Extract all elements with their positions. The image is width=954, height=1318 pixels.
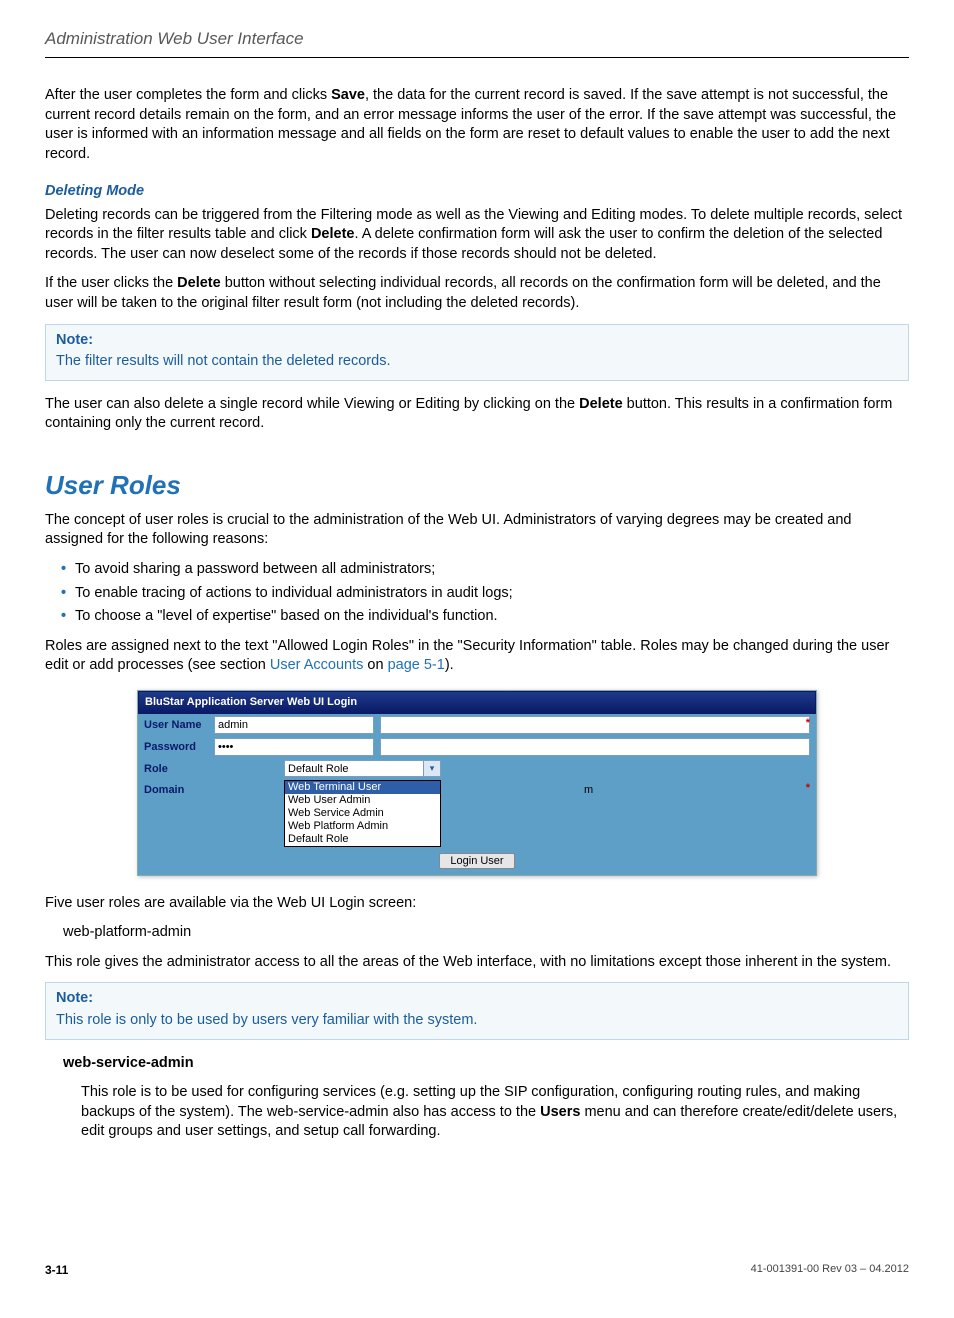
chevron-down-icon[interactable]: ▾ xyxy=(424,760,441,777)
deleting-p2-bold: Delete xyxy=(177,275,221,291)
page-header: Administration Web User Interface xyxy=(45,28,909,58)
required-star-domain: * xyxy=(806,781,810,796)
login-label-role: Role xyxy=(144,760,284,777)
link-page-5-1[interactable]: page 5-1 xyxy=(388,657,445,673)
note-box-2: Note: This role is only to be used by us… xyxy=(45,982,909,1039)
roles-assign-mid: on xyxy=(363,657,387,673)
user-roles-heading: User Roles xyxy=(45,468,909,503)
deleting-p2: If the user clicks the Delete button wit… xyxy=(45,274,909,313)
login-figure: BluStar Application Server Web UI Login … xyxy=(137,690,817,876)
deleting-heading: Deleting Mode xyxy=(45,182,909,202)
footer-page-number: 3-11 xyxy=(45,1262,68,1278)
domain-field-trail: m xyxy=(584,783,593,798)
roles-assign-para: Roles are assigned next to the text "All… xyxy=(45,637,909,676)
role-option-terminal-user[interactable]: Web Terminal User xyxy=(285,781,440,794)
login-label-username: User Name xyxy=(144,716,214,733)
intro-paragraph: After the user completes the form and cl… xyxy=(45,86,909,164)
roles-assign-a: Roles are assigned next to the text "All… xyxy=(45,638,889,674)
roles-intro: The concept of user roles is crucial to … xyxy=(45,511,909,550)
roles-bullet-2: To enable tracing of actions to individu… xyxy=(61,584,909,604)
login-select-role[interactable]: Default Role ▾ xyxy=(284,760,441,777)
login-button-row: Login User xyxy=(138,849,816,875)
login-button[interactable]: Login User xyxy=(439,853,514,869)
role2-bold-users: Users xyxy=(540,1104,580,1120)
login-row-domain: Domain Web Terminal User Web User Admin … xyxy=(138,779,816,849)
note-text-2: This role is only to be used by users ve… xyxy=(56,1011,898,1031)
deleting-p1: Deleting records can be triggered from t… xyxy=(45,206,909,265)
login-row-password: Password xyxy=(138,736,816,758)
login-input-password-extra[interactable] xyxy=(380,738,810,756)
page-footer: 3-11 41-001391-00 Rev 03 – 04.2012 xyxy=(45,1262,909,1278)
footer-doc-id: 41-001391-00 Rev 03 – 04.2012 xyxy=(751,1262,909,1278)
login-row-role: Role Default Role ▾ xyxy=(138,758,816,779)
deleting-p3: The user can also delete a single record… xyxy=(45,395,909,434)
role-dropdown-list[interactable]: Web Terminal User Web User Admin Web Ser… xyxy=(284,780,441,847)
role-option-service-admin[interactable]: Web Service Admin xyxy=(285,807,440,820)
role1-name: web-platform-admin xyxy=(45,923,909,943)
login-title: BluStar Application Server Web UI Login xyxy=(138,691,816,714)
role-option-platform-admin[interactable]: Web Platform Admin xyxy=(285,820,440,833)
roles-bullet-1: To avoid sharing a password between all … xyxy=(61,560,909,580)
role2-name: web-service-admin xyxy=(45,1054,909,1074)
login-row-username: User Name * xyxy=(138,714,816,736)
link-user-accounts[interactable]: User Accounts xyxy=(270,657,364,673)
login-input-password[interactable] xyxy=(214,738,374,756)
required-star-username: * xyxy=(806,716,810,731)
intro-text-a: After the user completes the form and cl… xyxy=(45,87,331,103)
note-label-2: Note: xyxy=(56,989,898,1009)
note-text-1: The filter results will not contain the … xyxy=(56,352,898,372)
login-label-domain: Domain xyxy=(144,781,284,798)
login-input-username[interactable] xyxy=(214,716,374,734)
roles-bullet-list: To avoid sharing a password between all … xyxy=(45,560,909,627)
role-option-default[interactable]: Default Role xyxy=(285,833,440,846)
note-label-1: Note: xyxy=(56,331,898,351)
five-roles-para: Five user roles are available via the We… xyxy=(45,894,909,914)
login-label-password: Password xyxy=(144,738,214,755)
note-box-1: Note: The filter results will not contai… xyxy=(45,324,909,381)
deleting-p3-bold: Delete xyxy=(579,396,623,412)
role2-desc: This role is to be used for configuring … xyxy=(45,1083,909,1142)
roles-assign-end: ). xyxy=(445,657,454,673)
deleting-p3-a: The user can also delete a single record… xyxy=(45,396,579,412)
intro-bold-save: Save xyxy=(331,87,365,103)
login-select-role-display: Default Role xyxy=(284,760,424,777)
role-option-user-admin[interactable]: Web User Admin xyxy=(285,794,440,807)
header-title: Administration Web User Interface xyxy=(45,29,304,48)
roles-bullet-3: To choose a "level of expertise" based o… xyxy=(61,607,909,627)
role1-desc: This role gives the administrator access… xyxy=(45,953,909,973)
login-input-username-extra[interactable] xyxy=(380,716,810,734)
deleting-p1-bold: Delete xyxy=(311,226,355,242)
deleting-p2-a: If the user clicks the xyxy=(45,275,177,291)
